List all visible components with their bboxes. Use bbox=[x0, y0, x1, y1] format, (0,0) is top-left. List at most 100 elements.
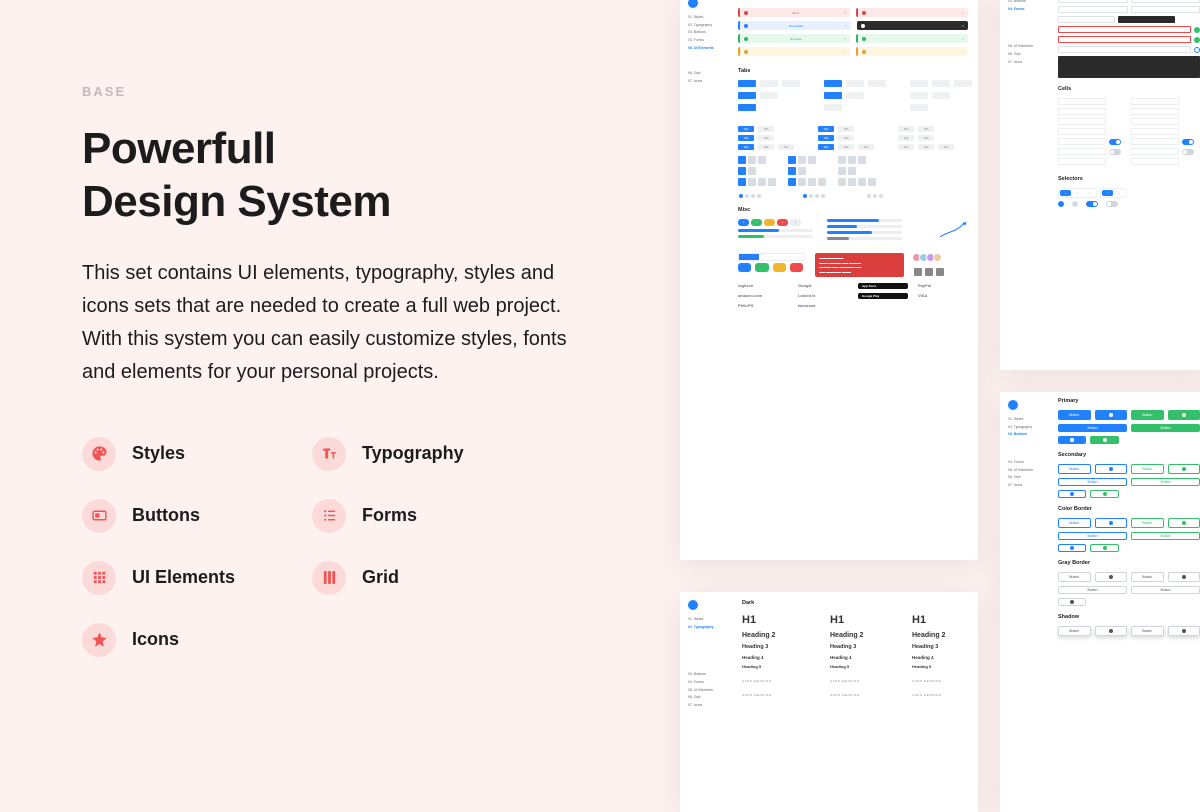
feature-typography: Typography bbox=[312, 437, 542, 471]
description: This set contains UI elements, typograph… bbox=[82, 257, 582, 389]
close-icon[interactable]: × bbox=[962, 23, 964, 28]
add-button[interactable] bbox=[1194, 27, 1200, 33]
alert-warning[interactable]: × bbox=[856, 47, 968, 56]
sidebar-item[interactable]: 02. Typography bbox=[1008, 424, 1050, 432]
close-icon[interactable]: × bbox=[962, 49, 964, 54]
button-gray-border[interactable]: Button bbox=[1058, 572, 1091, 582]
feature-forms: Forms bbox=[312, 499, 542, 533]
sidebar-item[interactable]: 06. Grid bbox=[688, 694, 730, 702]
radio[interactable] bbox=[1058, 201, 1064, 207]
tab[interactable] bbox=[782, 80, 800, 87]
alert-label: Information bbox=[789, 24, 804, 28]
page-title: Powerfull Design System bbox=[82, 123, 602, 229]
alert-label: Success bbox=[790, 37, 801, 41]
toggle[interactable] bbox=[1109, 139, 1121, 145]
section-title-secondary: Secondary bbox=[1058, 452, 1200, 458]
alert-info[interactable]: Information × bbox=[738, 21, 851, 30]
heading-2: Heading 2 bbox=[742, 632, 812, 639]
sidebar-item[interactable]: 05. UI Elements bbox=[1008, 467, 1050, 475]
button-primary[interactable]: Button bbox=[1131, 410, 1164, 420]
forms-icon bbox=[312, 499, 346, 533]
logo-icon bbox=[688, 600, 698, 610]
sidebar-item[interactable]: 07. Icons bbox=[1008, 59, 1050, 67]
feature-list: Styles Typography Buttons Forms UI Eleme… bbox=[82, 437, 602, 657]
alert-warning[interactable]: × bbox=[738, 47, 850, 56]
close-icon[interactable]: × bbox=[844, 49, 846, 54]
sidebar-item[interactable]: 03. Buttons bbox=[688, 671, 730, 679]
close-icon[interactable]: × bbox=[844, 36, 846, 41]
preview-ui-elements: 01. Styles 02. Typography 03. Buttons 04… bbox=[680, 0, 978, 560]
heading-4: Heading 4 bbox=[742, 655, 812, 660]
preview-sidebar: 01. Styles 02. Typography 03. Buttons 04… bbox=[688, 0, 730, 86]
alert-error[interactable]: × bbox=[856, 8, 968, 17]
button-secondary[interactable]: Button bbox=[1058, 464, 1091, 474]
radio[interactable] bbox=[1194, 47, 1200, 53]
brand-google: Google bbox=[798, 283, 848, 289]
alert-dark[interactable]: × bbox=[857, 21, 968, 30]
toggle[interactable] bbox=[1086, 201, 1098, 207]
tab[interactable]: Tab bbox=[738, 126, 754, 132]
section-title-tabs: Tabs bbox=[738, 68, 968, 74]
heading-1: H1 bbox=[742, 614, 812, 626]
segmented-control[interactable]: ••• bbox=[1058, 188, 1097, 198]
sidebar-item[interactable]: 04. Forms bbox=[1008, 459, 1050, 467]
sidebar-item[interactable]: 07. Icons bbox=[688, 78, 730, 86]
tab[interactable] bbox=[738, 104, 756, 111]
brand-paypal: PayPal bbox=[918, 283, 968, 289]
sidebar-item[interactable]: 04. Forms bbox=[688, 37, 730, 45]
text-input[interactable] bbox=[1131, 0, 1200, 3]
section-title-colorborder: Color Border bbox=[1058, 506, 1200, 512]
sidebar-item[interactable]: 02. Typography bbox=[688, 624, 730, 632]
close-icon[interactable]: × bbox=[962, 10, 964, 15]
text-input[interactable] bbox=[1118, 16, 1175, 23]
sidebar-item[interactable]: 04. Forms bbox=[1008, 6, 1050, 14]
feature-label: Buttons bbox=[132, 505, 200, 526]
button-primary[interactable]: Button bbox=[1058, 410, 1091, 420]
sidebar-item[interactable]: 06. Grid bbox=[1008, 474, 1050, 482]
sidebar-item[interactable]: 03. Buttons bbox=[688, 29, 730, 37]
sidebar-item[interactable]: 07. Icons bbox=[1008, 482, 1050, 490]
tab[interactable] bbox=[738, 80, 756, 87]
sidebar-item[interactable]: 01. Styles bbox=[688, 14, 730, 22]
button-secondary[interactable] bbox=[1095, 464, 1128, 474]
button-color-border[interactable]: Button bbox=[1058, 518, 1091, 528]
sidebar-item[interactable]: 01. Styles bbox=[688, 616, 730, 624]
tab[interactable] bbox=[738, 92, 756, 99]
feature-label: UI Elements bbox=[132, 567, 235, 588]
sidebar-item[interactable]: 05. UI Elements bbox=[688, 45, 730, 53]
alert-row: Error× × bbox=[738, 8, 968, 21]
close-icon[interactable]: × bbox=[962, 36, 964, 41]
sidebar-item[interactable]: 05. UI Elements bbox=[1008, 43, 1050, 51]
alert-error[interactable]: Error× bbox=[738, 8, 850, 17]
section-title-misc: Misc bbox=[738, 207, 968, 213]
button-primary[interactable] bbox=[1095, 410, 1128, 420]
brand-logos: logitech Google App Store PayPal amazon.… bbox=[738, 283, 968, 308]
brand-amazon: amazon.com bbox=[738, 293, 788, 299]
textarea[interactable] bbox=[1058, 56, 1200, 78]
card-error: ▬▬▬▬▬▬▬▬▬▬▬ ▬▬▬▬ ▬▬ ▬▬▬▬▬▬▬▬ ▬▬ ▬▬▬▬▬ ▬▬… bbox=[815, 253, 904, 277]
close-icon[interactable]: × bbox=[844, 10, 846, 15]
alert-success[interactable]: Success × bbox=[738, 34, 850, 43]
button-shadow[interactable]: Button bbox=[1058, 626, 1091, 636]
tab[interactable] bbox=[760, 92, 778, 99]
sidebar-item[interactable]: 04. Forms bbox=[688, 679, 730, 687]
sidebar-item[interactable]: 06. Grid bbox=[1008, 51, 1050, 59]
sidebar-item[interactable]: 01. Styles bbox=[1008, 416, 1050, 424]
sidebar-item[interactable]: 05. UI Elements bbox=[688, 687, 730, 695]
feature-styles: Styles bbox=[82, 437, 312, 471]
alert-success[interactable]: × bbox=[856, 34, 968, 43]
section-title-primary: Primary bbox=[1058, 398, 1200, 404]
toggle[interactable] bbox=[1109, 149, 1121, 155]
brand-linkedin: Linked in bbox=[798, 293, 848, 299]
tab[interactable] bbox=[760, 80, 778, 87]
button-primary[interactable] bbox=[1168, 410, 1200, 420]
sidebar-item[interactable]: 02. Typography bbox=[688, 22, 730, 30]
heading-3: Heading 3 bbox=[742, 644, 812, 650]
logo-icon bbox=[1008, 400, 1018, 410]
sidebar-item[interactable]: 06. Grid bbox=[688, 70, 730, 78]
text-input[interactable] bbox=[1058, 0, 1128, 3]
badge-app-store: App Store bbox=[858, 283, 908, 289]
close-icon[interactable]: × bbox=[845, 23, 847, 28]
sidebar-item[interactable]: 07. Icons bbox=[688, 702, 730, 710]
sidebar-item[interactable]: 03. Buttons bbox=[1008, 431, 1050, 439]
